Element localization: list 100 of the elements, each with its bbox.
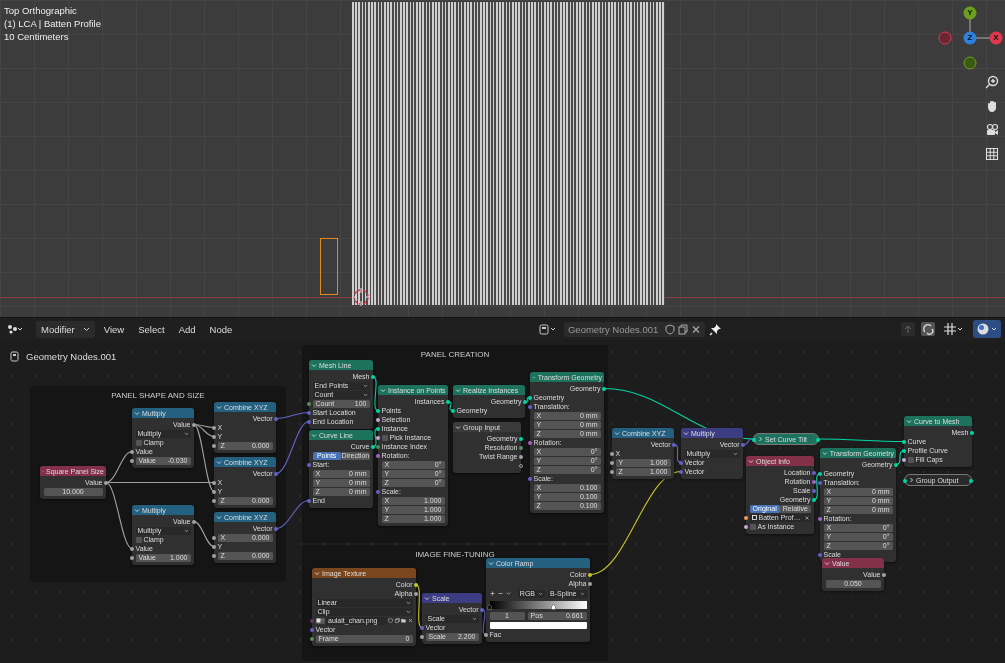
socket-dot[interactable] bbox=[307, 419, 311, 424]
socket-dot[interactable] bbox=[104, 480, 108, 485]
socket-dot[interactable] bbox=[812, 488, 816, 493]
socket-dot[interactable] bbox=[212, 489, 216, 494]
socket-dot[interactable] bbox=[130, 449, 134, 454]
folder-icon[interactable] bbox=[401, 618, 406, 623]
pin-icon[interactable] bbox=[709, 322, 723, 336]
node-link[interactable] bbox=[275, 420, 310, 475]
socket-dot[interactable] bbox=[274, 471, 278, 476]
close-icon[interactable] bbox=[691, 323, 702, 335]
axis-label[interactable]: X bbox=[990, 32, 1002, 44]
socket-dot[interactable] bbox=[212, 443, 216, 448]
node-group-field[interactable]: Geometry Nodes.001 bbox=[563, 321, 706, 337]
socket-dot[interactable] bbox=[588, 572, 592, 577]
node-link[interactable] bbox=[372, 375, 379, 412]
socket-dot[interactable] bbox=[812, 479, 816, 484]
copy-icon[interactable] bbox=[394, 618, 400, 623]
socket-dot[interactable] bbox=[446, 399, 450, 404]
socket-dot[interactable] bbox=[307, 401, 311, 406]
socket-dot[interactable] bbox=[376, 453, 380, 458]
menu-item[interactable]: View bbox=[98, 320, 130, 338]
zoom-icon[interactable] bbox=[985, 75, 999, 89]
checkbox[interactable] bbox=[135, 439, 142, 446]
menu-item[interactable]: Add bbox=[173, 320, 201, 338]
socket-dot[interactable] bbox=[882, 572, 886, 577]
axis-label[interactable]: Y bbox=[964, 7, 976, 19]
chevron-down-icon[interactable] bbox=[455, 424, 461, 430]
socket-dot[interactable] bbox=[812, 470, 816, 475]
socket-dot[interactable] bbox=[310, 627, 314, 632]
node-link[interactable] bbox=[105, 481, 133, 550]
node-link[interactable] bbox=[275, 499, 310, 530]
socket-dot[interactable] bbox=[212, 425, 216, 430]
socket-dot[interactable] bbox=[414, 591, 418, 596]
socket-dot[interactable] bbox=[752, 438, 756, 442]
color-ramp-bar[interactable] bbox=[489, 601, 587, 609]
menu-item[interactable]: Node bbox=[204, 320, 238, 338]
node-link[interactable] bbox=[105, 450, 133, 484]
node-link[interactable] bbox=[673, 443, 682, 464]
close-icon[interactable] bbox=[407, 618, 413, 623]
socket-dot[interactable] bbox=[371, 374, 375, 379]
socket-dot[interactable] bbox=[528, 440, 532, 445]
socket-dot[interactable] bbox=[818, 552, 822, 557]
socket-dot[interactable] bbox=[130, 546, 134, 551]
socket-dot[interactable] bbox=[744, 524, 748, 529]
node-link[interactable] bbox=[742, 438, 754, 446]
socket-dot[interactable] bbox=[307, 462, 311, 467]
socket-dot[interactable] bbox=[414, 582, 418, 587]
socket-dot[interactable] bbox=[816, 438, 820, 442]
checkbox[interactable] bbox=[749, 523, 756, 530]
overlays-button[interactable] bbox=[973, 320, 1001, 338]
socket-dot[interactable] bbox=[480, 607, 484, 612]
chevron-right-icon[interactable] bbox=[909, 477, 914, 483]
socket-dot[interactable] bbox=[528, 476, 532, 481]
socket-dot[interactable] bbox=[894, 462, 898, 467]
socket-dot[interactable] bbox=[376, 444, 380, 449]
socket-dot[interactable] bbox=[744, 515, 748, 520]
socket-dot[interactable] bbox=[519, 454, 523, 459]
socket-dot[interactable] bbox=[602, 386, 606, 391]
socket-dot[interactable] bbox=[307, 410, 311, 415]
socket-dot[interactable] bbox=[376, 489, 380, 494]
shield-icon[interactable] bbox=[388, 618, 393, 623]
copy-icon[interactable] bbox=[678, 323, 689, 335]
socket-dot[interactable] bbox=[741, 442, 745, 447]
socket-dot[interactable] bbox=[130, 458, 134, 463]
socket-dot[interactable] bbox=[519, 436, 523, 441]
socket-dot[interactable] bbox=[420, 634, 424, 639]
socket-dot[interactable] bbox=[274, 416, 278, 421]
color-swatch[interactable] bbox=[489, 621, 587, 629]
checkbox[interactable] bbox=[381, 434, 388, 441]
node-link[interactable] bbox=[895, 449, 905, 466]
socket-dot[interactable] bbox=[212, 498, 216, 503]
socket-dot[interactable] bbox=[212, 544, 216, 549]
chevron-down-icon[interactable] bbox=[822, 450, 828, 456]
chevron-down-icon[interactable] bbox=[824, 560, 830, 566]
node-link[interactable] bbox=[415, 583, 423, 629]
socket-dot[interactable] bbox=[969, 479, 973, 483]
socket-dot[interactable] bbox=[130, 555, 134, 560]
socket-dot[interactable] bbox=[812, 497, 816, 502]
socket-dot[interactable] bbox=[484, 632, 488, 637]
socket-dot[interactable] bbox=[610, 451, 614, 456]
socket-dot[interactable] bbox=[528, 404, 532, 409]
socket-dot[interactable] bbox=[451, 408, 455, 413]
socket-dot[interactable] bbox=[588, 581, 592, 586]
grid-icon[interactable] bbox=[985, 147, 999, 161]
node-link[interactable] bbox=[818, 438, 905, 443]
axis-label[interactable]: Z bbox=[964, 32, 976, 44]
socket-dot[interactable] bbox=[192, 519, 196, 524]
socket-dot[interactable] bbox=[310, 636, 314, 641]
socket-dot[interactable] bbox=[902, 439, 906, 444]
hand-icon[interactable] bbox=[985, 99, 999, 113]
chevron-down-icon[interactable] bbox=[683, 430, 689, 436]
mode-dropdown[interactable]: Modifier bbox=[36, 320, 95, 338]
socket-dot[interactable] bbox=[212, 480, 216, 485]
socket-dot[interactable] bbox=[310, 618, 314, 623]
menu-item[interactable]: Select bbox=[133, 320, 170, 338]
socket-dot[interactable] bbox=[523, 399, 527, 404]
node-link[interactable] bbox=[105, 481, 215, 484]
ramp-stop-handle[interactable] bbox=[487, 604, 492, 610]
socket-dot[interactable] bbox=[376, 426, 380, 431]
arrow-up-icon[interactable] bbox=[901, 322, 915, 336]
